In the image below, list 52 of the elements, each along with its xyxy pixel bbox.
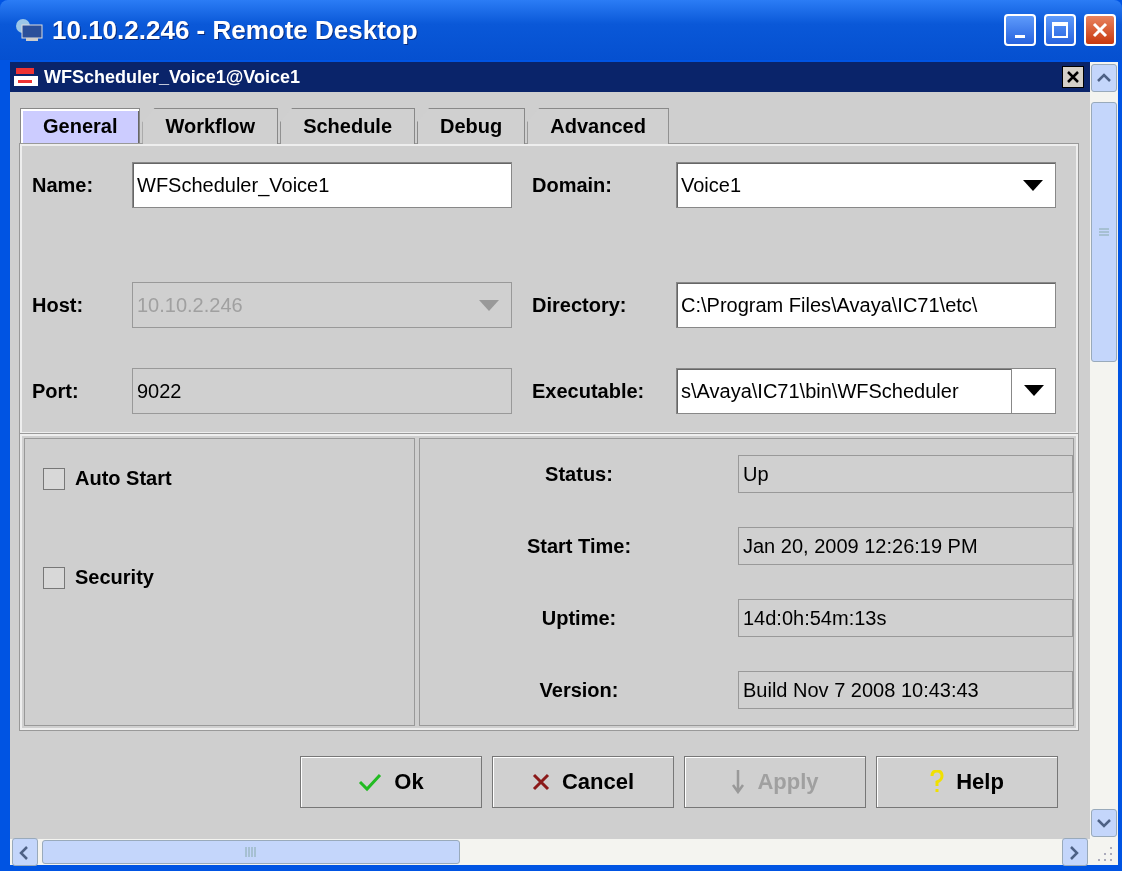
field-label: Domain: xyxy=(531,173,613,197)
tab[interactable]: Advanced xyxy=(527,108,669,144)
status-label: Uptime: xyxy=(541,606,617,630)
tab[interactable]: Schedule xyxy=(280,108,416,144)
dialog-button[interactable]: Ok xyxy=(300,756,482,808)
horizontal-scrollbar[interactable] xyxy=(10,839,1090,865)
status-label: Version: xyxy=(539,678,619,702)
status-value: 14d:0h:54m:13s xyxy=(738,599,1073,637)
checkbox[interactable]: Security xyxy=(43,566,396,589)
close-icon xyxy=(1091,21,1109,39)
text-field[interactable]: 9022 xyxy=(132,368,512,414)
status-value: Up xyxy=(738,455,1073,493)
maximize-button[interactable] xyxy=(1044,14,1076,46)
app-icon xyxy=(14,66,38,88)
dialog-button[interactable]: Cancel xyxy=(492,756,674,808)
text-field[interactable]: WFScheduler_Voice1 xyxy=(132,162,512,208)
status-value: Build Nov 7 2008 10:43:43 xyxy=(738,671,1073,709)
down-arrow-icon xyxy=(731,770,746,794)
field-label: Directory: xyxy=(531,293,628,317)
resize-grip[interactable] xyxy=(1090,839,1118,865)
dropdown-arrow-icon xyxy=(1023,179,1043,192)
dialog-button[interactable]: Help xyxy=(876,756,1058,808)
close-icon xyxy=(1066,70,1080,84)
frame-title: WFScheduler_Voice1@Voice1 xyxy=(44,66,301,88)
field-label: Host: xyxy=(32,293,85,317)
tab[interactable]: Workflow xyxy=(142,108,279,144)
status-value: Jan 20, 2009 12:26:19 PM xyxy=(738,527,1073,565)
combo-field[interactable]: s\Avaya\IC71\bin\WFScheduler xyxy=(676,368,1056,414)
status-label: Status: xyxy=(545,462,613,486)
maximize-icon xyxy=(1051,21,1069,39)
question-mark-icon xyxy=(930,770,945,794)
status-label: Start Time: xyxy=(526,534,632,558)
dropdown-field[interactable]: Voice1 xyxy=(676,162,1056,208)
computer-icon xyxy=(14,17,44,43)
dropdown-arrow-icon xyxy=(479,299,499,312)
close-icon xyxy=(531,773,550,791)
window-title: 10.10.2.246 - Remote Desktop xyxy=(52,14,419,46)
grip-icon xyxy=(1099,227,1109,237)
tab[interactable]: Debug xyxy=(417,108,526,144)
field-label: Executable: xyxy=(531,379,646,403)
checkbox[interactable]: Auto Start xyxy=(43,467,396,490)
field-label: Port: xyxy=(32,379,80,403)
vertical-scrollbar[interactable] xyxy=(1090,62,1118,839)
close-button[interactable] xyxy=(1062,66,1084,88)
tab[interactable]: General xyxy=(20,108,141,144)
minimize-button[interactable] xyxy=(1004,14,1036,46)
grip-icon xyxy=(245,847,257,857)
check-icon xyxy=(358,772,383,792)
minimize-icon xyxy=(1015,34,1025,38)
field-label: Name: xyxy=(32,173,95,197)
text-field[interactable]: C:\Program Files\Avaya\IC71\etc\ xyxy=(676,282,1056,328)
dropdown-arrow-icon xyxy=(1023,385,1044,397)
